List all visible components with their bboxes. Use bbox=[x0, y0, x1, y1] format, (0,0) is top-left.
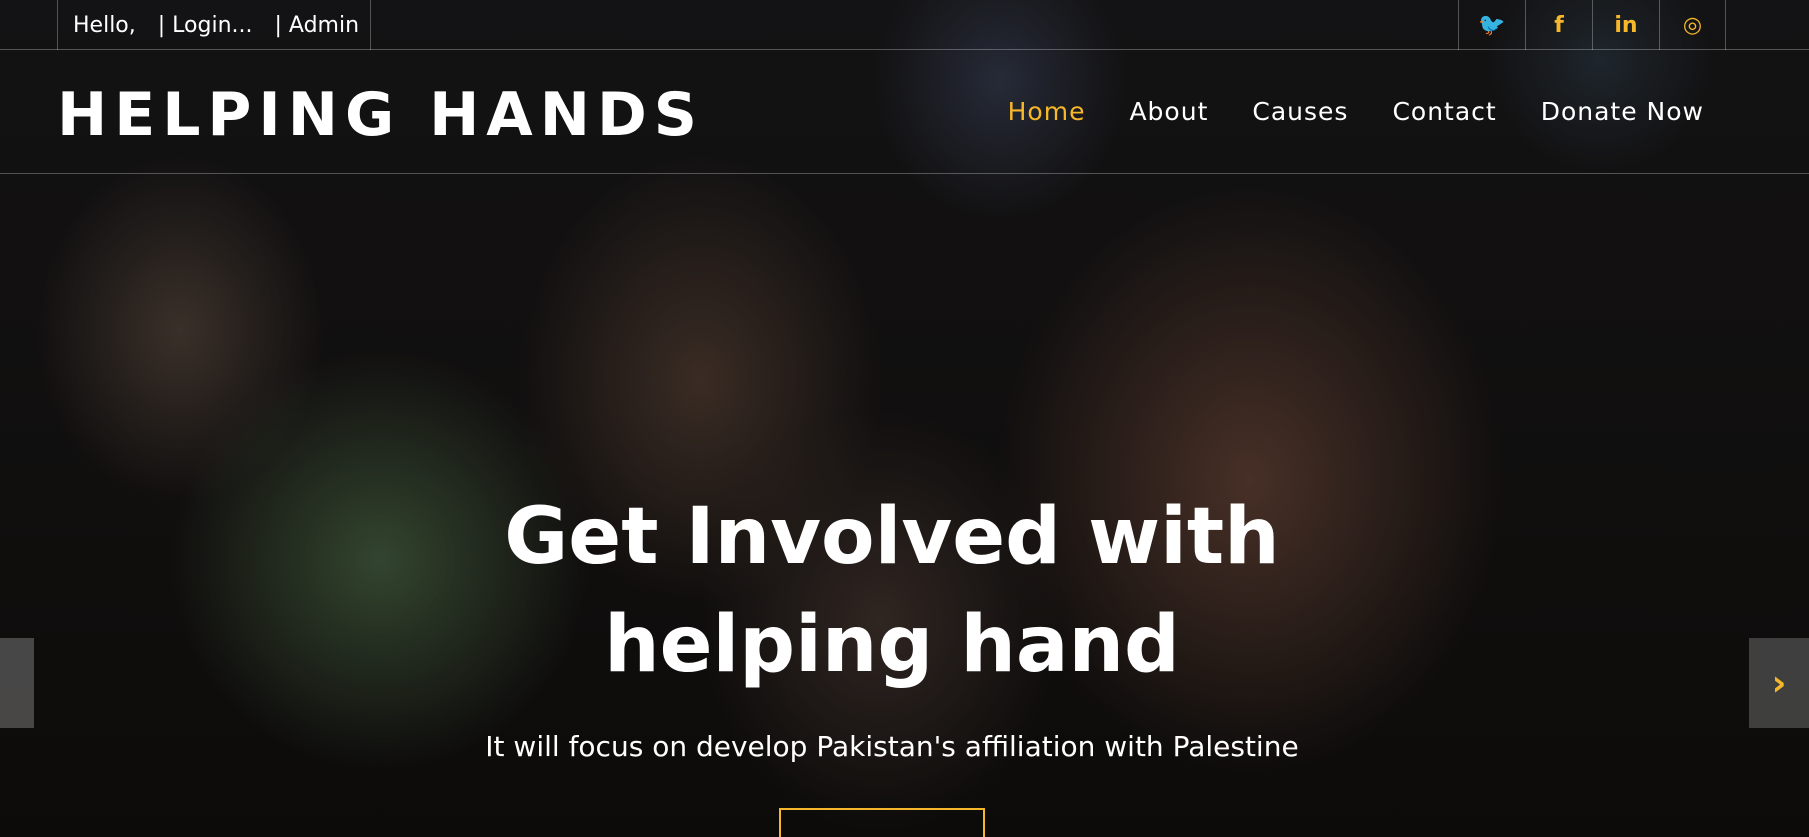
nav-menu: Home About Causes Contact Donate Now bbox=[1008, 97, 1704, 126]
hero-subtitle: It will focus on develop Pakistan's affi… bbox=[485, 730, 1299, 763]
instagram-icon[interactable]: ◎ bbox=[1659, 0, 1726, 50]
login-link[interactable]: | Login... bbox=[158, 13, 253, 38]
nav-home[interactable]: Home bbox=[1008, 97, 1086, 126]
carousel-next-button[interactable]: › bbox=[1749, 638, 1809, 728]
nav-donate-now[interactable]: Donate Now bbox=[1541, 97, 1704, 126]
nav-about[interactable]: About bbox=[1129, 97, 1208, 126]
nav-contact[interactable]: Contact bbox=[1392, 97, 1496, 126]
admin-link[interactable]: | Admin bbox=[275, 13, 360, 38]
nav-causes[interactable]: Causes bbox=[1252, 97, 1348, 126]
hero-heading-line2: helping hand bbox=[604, 600, 1180, 690]
site-logo[interactable]: HELPING HANDS bbox=[57, 80, 704, 150]
hero-cta-button[interactable] bbox=[779, 808, 985, 837]
facebook-icon[interactable]: f bbox=[1525, 0, 1592, 50]
greeting-text: Hello, bbox=[73, 12, 136, 38]
hero-heading: Get Involved with helping hand bbox=[0, 483, 1784, 699]
hero-slider: Hello, | Login... | Admin 🐦 f in ◎ HELPI… bbox=[0, 0, 1809, 837]
social-links: 🐦 f in ◎ bbox=[1458, 0, 1726, 50]
twitter-icon[interactable]: 🐦 bbox=[1458, 0, 1525, 50]
carousel-prev-button[interactable] bbox=[0, 638, 34, 728]
chevron-right-icon: › bbox=[1771, 662, 1787, 704]
main-navbar: HELPING HANDS Home About Causes Contact … bbox=[0, 50, 1809, 174]
linkedin-icon[interactable]: in bbox=[1592, 0, 1659, 50]
account-links: Hello, | Login... | Admin bbox=[57, 0, 371, 50]
top-bar: Hello, | Login... | Admin 🐦 f in ◎ bbox=[0, 0, 1809, 50]
hero-heading-line1: Get Involved with bbox=[504, 492, 1280, 582]
